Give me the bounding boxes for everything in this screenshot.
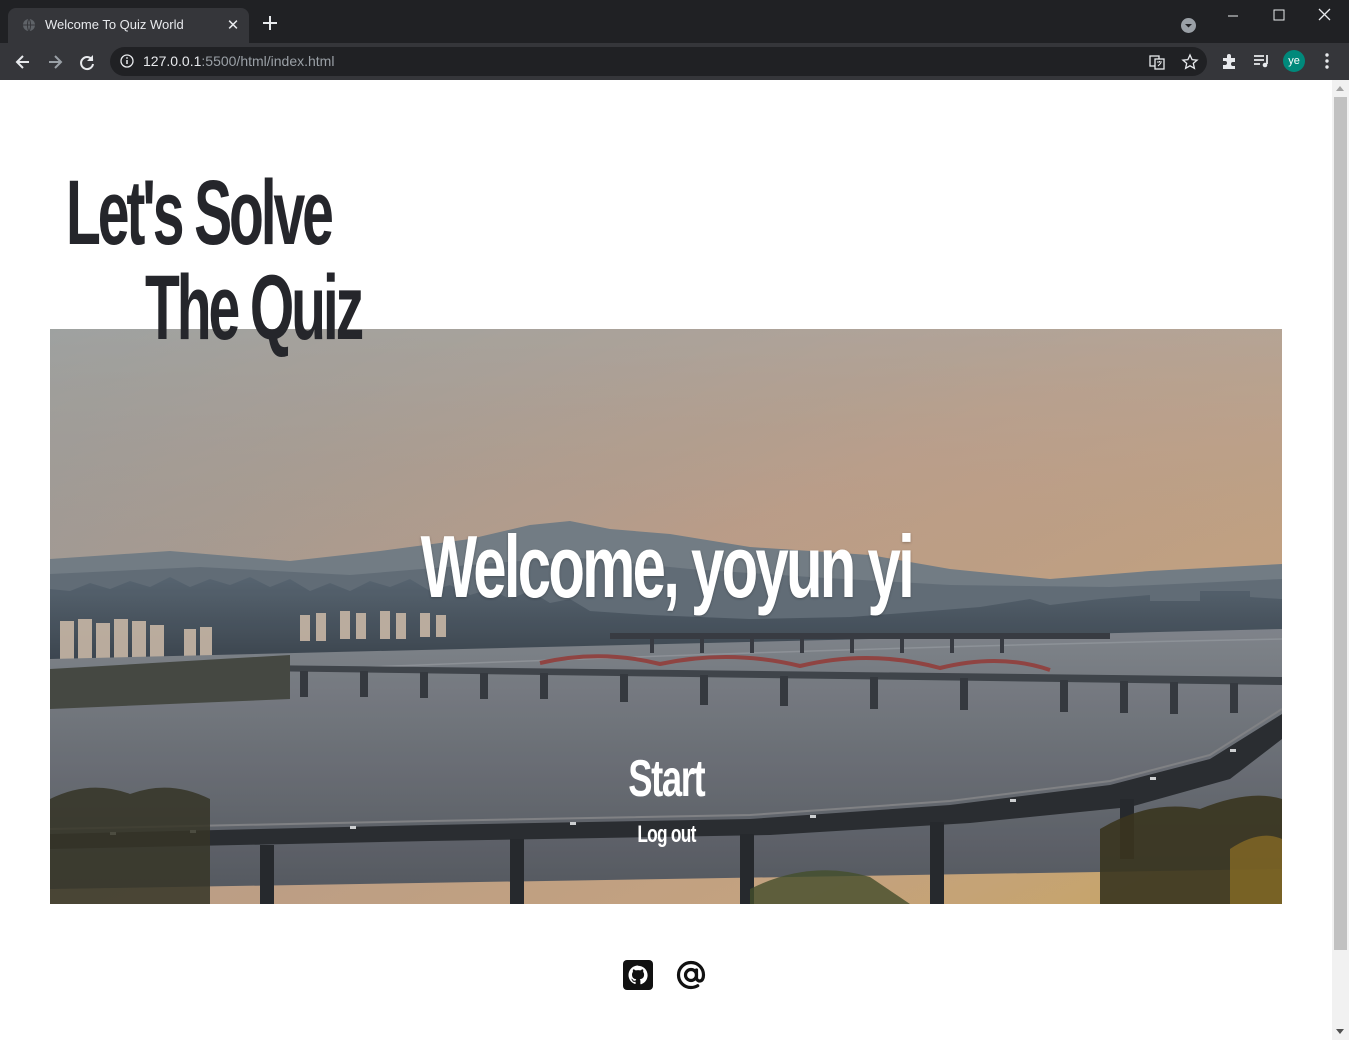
info-icon[interactable] [120, 54, 134, 68]
bookmark-star-icon[interactable] [1181, 53, 1199, 71]
back-arrow-icon[interactable] [13, 52, 33, 72]
welcome-text: Welcome, yoyun yi [420, 517, 914, 616]
welcome-heading: Welcome, yoyun yi [50, 516, 1282, 618]
extensions-puzzle-icon[interactable] [1220, 51, 1240, 71]
start-button-label: Start [628, 750, 705, 808]
minimize-icon[interactable] [1222, 6, 1244, 26]
scroll-up-arrow-icon[interactable] [1336, 86, 1344, 91]
browser-tab[interactable]: Welcome To Quiz World ✕ [8, 8, 249, 43]
forward-arrow-icon[interactable] [45, 52, 65, 72]
hero-banner: Welcome, yoyun yi Start Log out [50, 329, 1282, 904]
globe-icon [23, 18, 35, 32]
page-viewport: Let's Solve The Quiz Welcome, yoyun yi S… [1, 80, 1332, 1039]
translate-icon[interactable] [1148, 53, 1166, 71]
github-icon[interactable] [621, 958, 655, 992]
url-host: 127.0.0.1 [143, 53, 202, 69]
browser-toolbar: 127.0.0.1:5500/html/index.html ye [0, 43, 1349, 80]
address-bar[interactable]: 127.0.0.1:5500/html/index.html [110, 47, 1207, 76]
browser-tab-strip: Welcome To Quiz World ✕ [0, 0, 1349, 43]
url-path: :5500/html/index.html [201, 53, 335, 69]
more-menu-icon[interactable] [1317, 51, 1337, 71]
start-button[interactable]: Start [591, 749, 741, 809]
close-tab-icon[interactable]: ✕ [225, 17, 241, 33]
tab-title: Welcome To Quiz World [45, 17, 184, 32]
profile-avatar[interactable]: ye [1283, 50, 1305, 72]
close-window-icon[interactable] [1314, 6, 1336, 26]
scroll-down-arrow-icon[interactable] [1336, 1029, 1344, 1034]
vertical-scrollbar[interactable] [1332, 80, 1349, 1040]
headline-line-1: Let's Solve [66, 162, 334, 264]
reload-icon[interactable] [77, 52, 97, 72]
headline-line-2: The Quiz [145, 257, 364, 359]
new-tab-icon[interactable] [260, 13, 280, 33]
at-sign-icon[interactable] [674, 958, 708, 992]
media-queue-icon[interactable] [1252, 51, 1272, 71]
tab-search-icon[interactable] [1181, 18, 1196, 33]
logout-button-label: Log out [636, 821, 696, 848]
scrollbar-thumb[interactable] [1334, 97, 1347, 950]
maximize-icon[interactable] [1268, 6, 1290, 26]
logout-button[interactable]: Log out [616, 821, 716, 851]
url-text[interactable]: 127.0.0.1:5500/html/index.html [143, 53, 334, 69]
